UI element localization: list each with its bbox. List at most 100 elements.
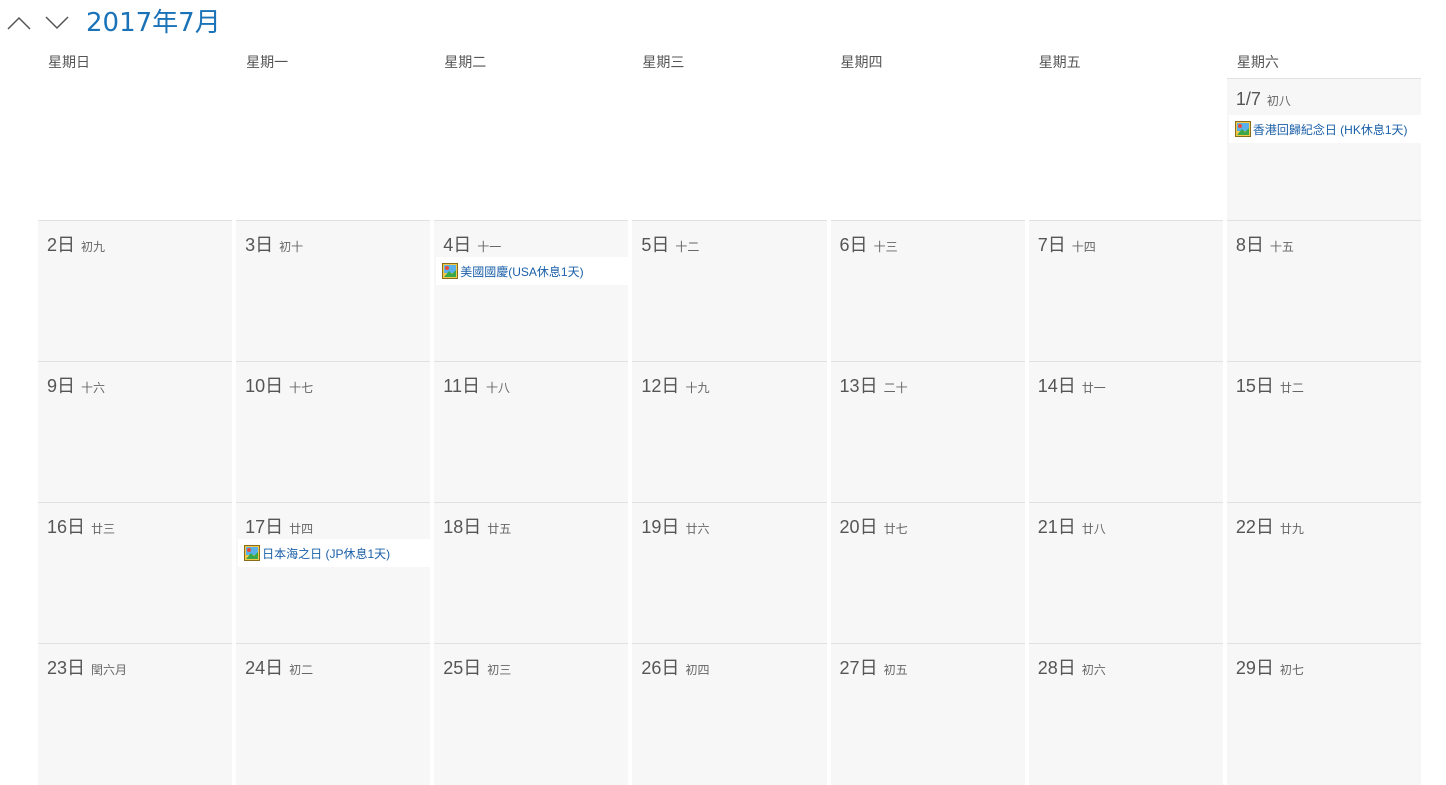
day-number: 7日 十四 [1038, 231, 1096, 257]
lunar-date: 廿九 [1279, 522, 1304, 536]
chevron-down-icon[interactable] [44, 10, 70, 36]
day-label: 24日 [245, 658, 284, 678]
day-label: 21日 [1037, 517, 1076, 537]
lunar-date: 十三 [873, 240, 898, 254]
lunar-date: 十八 [485, 381, 510, 395]
day-cell[interactable]: 22日 廿九 [1226, 502, 1421, 643]
day-cell[interactable]: 19日 廿六 [632, 502, 827, 643]
day-number: 4日 十一 [443, 231, 501, 257]
day-number: 8日 十五 [1236, 231, 1294, 257]
day-cell[interactable]: 29日 初七 [1226, 643, 1421, 785]
empty-day-cell [830, 78, 1025, 220]
day-label: 23日 [47, 658, 86, 678]
weekday-label: 星期三 [642, 55, 685, 71]
day-cell[interactable]: 12日 十九 [632, 361, 827, 502]
lunar-date: 初十 [279, 240, 304, 254]
calendar-event[interactable]: 美國國慶(USA休息1天) [436, 257, 629, 285]
day-number: 21日 廿八 [1038, 513, 1106, 539]
lunar-date: 十九 [685, 381, 710, 395]
day-cell[interactable]: 1/7 初八香港回歸紀念日 (HK休息1天) [1226, 78, 1421, 220]
day-number: 14日 廿一 [1038, 372, 1106, 398]
weekday-label: 星期六 [1236, 55, 1279, 71]
day-cell[interactable]: 10日 十七 [236, 361, 431, 502]
weekday-header-row: 星期日 星期一 星期二 星期三 星期四 星期五 星期六 [38, 48, 1425, 78]
lunar-date: 二十 [883, 381, 908, 395]
weekday-label: 星期四 [840, 55, 883, 71]
day-label: 11日 [443, 376, 480, 396]
day-number: 1/7 初八 [1236, 89, 1291, 110]
image-icon [442, 263, 459, 279]
day-number: 19日 廿六 [641, 513, 709, 539]
day-number: 26日 初四 [641, 654, 709, 680]
day-label: 26日 [641, 658, 680, 678]
lunar-date: 十五 [1269, 240, 1294, 254]
day-cell[interactable]: 28日 初六 [1028, 643, 1223, 785]
lunar-date: 初五 [883, 663, 908, 677]
day-cell[interactable]: 9日 十六 [38, 361, 233, 502]
day-cell[interactable]: 5日 十二 [632, 220, 827, 361]
lunar-date: 十七 [289, 381, 314, 395]
day-label: 15日 [1235, 376, 1274, 396]
day-cell[interactable]: 27日 初五 [830, 643, 1025, 785]
event-label: 香港回歸紀念日 (HK休息1天) [1252, 122, 1408, 137]
day-number: 20日 廿七 [840, 513, 908, 539]
day-cell[interactable]: 25日 初三 [434, 643, 629, 785]
calendar-event[interactable]: 香港回歸紀念日 (HK休息1天) [1228, 115, 1421, 143]
day-number: 15日 廿二 [1236, 372, 1304, 398]
day-number: 13日 二十 [840, 372, 908, 398]
day-label: 5日 [641, 235, 670, 255]
calendar-event[interactable]: 日本海之日 (JP休息1天) [238, 539, 431, 567]
lunar-date: 初二 [289, 663, 314, 677]
day-cell[interactable]: 3日 初十 [236, 220, 431, 361]
day-cell[interactable]: 11日 十八 [434, 361, 629, 502]
day-label: 14日 [1037, 376, 1076, 396]
day-number: 3日 初十 [245, 231, 303, 257]
day-number: 2日 初九 [47, 231, 105, 257]
day-cell[interactable]: 21日 廿八 [1028, 502, 1223, 643]
event-label: 美國國慶(USA休息1天) [460, 264, 584, 279]
lunar-date: 閏六月 [91, 663, 128, 677]
weekday-label: 星期一 [246, 55, 289, 71]
day-number: 29日 初七 [1236, 654, 1304, 680]
lunar-date: 十二 [675, 240, 700, 254]
empty-day-cell [236, 78, 431, 220]
day-number: 12日 十九 [641, 372, 709, 398]
lunar-date: 十四 [1071, 240, 1096, 254]
day-number: 11日 十八 [443, 372, 510, 398]
day-cell[interactable]: 13日 二十 [830, 361, 1025, 502]
calendar-header: 2017年7月 [0, 0, 1446, 40]
empty-day-cell [38, 78, 233, 220]
day-number: 24日 初二 [245, 654, 313, 680]
empty-day-cell [434, 78, 629, 220]
day-cell[interactable]: 6日 十三 [830, 220, 1025, 361]
day-number: 22日 廿九 [1236, 513, 1304, 539]
day-label: 1/7 [1235, 89, 1261, 109]
lunar-date: 十六 [81, 381, 106, 395]
day-cell[interactable]: 20日 廿七 [830, 502, 1025, 643]
day-cell[interactable]: 2日 初九 [38, 220, 233, 361]
day-number: 17日 廿四 [245, 513, 313, 539]
day-label: 4日 [443, 235, 472, 255]
day-number: 23日 閏六月 [47, 654, 127, 680]
day-cell[interactable]: 7日 十四 [1028, 220, 1223, 361]
day-cell[interactable]: 14日 廿一 [1028, 361, 1223, 502]
day-cell[interactable]: 15日 廿二 [1226, 361, 1421, 502]
chevron-up-icon[interactable] [6, 10, 32, 36]
lunar-date: 初七 [1279, 663, 1304, 677]
day-label: 13日 [839, 376, 878, 396]
day-label: 20日 [839, 517, 878, 537]
day-number: 9日 十六 [47, 372, 105, 398]
day-cell[interactable]: 24日 初二 [236, 643, 431, 785]
day-cell[interactable]: 26日 初四 [632, 643, 827, 785]
day-cell[interactable]: 4日 十一美國國慶(USA休息1天) [434, 220, 629, 361]
day-cell[interactable]: 17日 廿四 日本海之日 (JP休息1天) [236, 502, 431, 643]
day-cell[interactable]: 8日 十五 [1226, 220, 1421, 361]
lunar-date: 廿五 [487, 522, 512, 536]
weekday-label: 星期日 [48, 55, 90, 71]
day-cell[interactable]: 18日 廿五 [434, 502, 629, 643]
day-cell[interactable]: 23日 閏六月 [38, 643, 233, 785]
empty-day-cell [1028, 78, 1223, 220]
day-cell[interactable]: 16日 廿三 [38, 502, 233, 643]
day-label: 8日 [1235, 235, 1264, 255]
lunar-date: 廿一 [1081, 381, 1106, 395]
